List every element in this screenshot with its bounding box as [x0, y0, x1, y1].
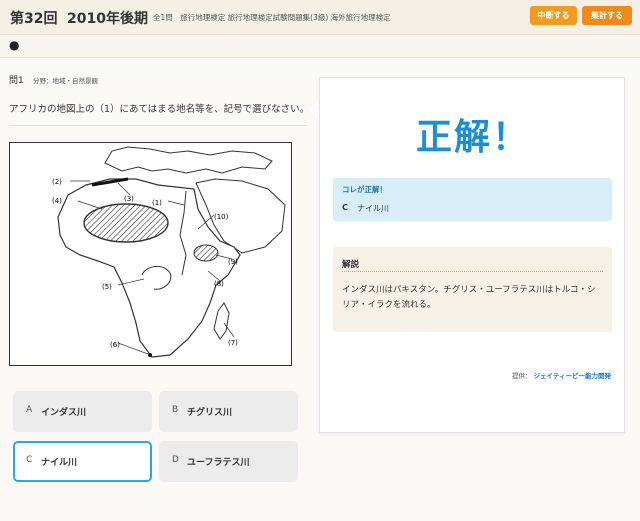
suspend-button[interactable]: 中断する	[530, 6, 577, 25]
explanation-box: 解説 インダス川はパキスタン。チグリス・ユーフラテス川はトルコ・シリア・イラクを…	[333, 247, 612, 332]
question-nav-bar: ●	[0, 35, 640, 58]
choice-label: チグリス川	[187, 408, 233, 418]
choice-a[interactable]: A インダス川	[13, 391, 152, 432]
question-indicator[interactable]: ●	[9, 38, 19, 52]
result-panel: 正解！ コレが正解！ C ナイル川 解説 インダス川はパキスタン。チグリス・ユー…	[319, 77, 625, 433]
provider-label: 提供：	[511, 372, 532, 380]
map-label-7: (7)	[228, 339, 238, 347]
question-text: アフリカの地図上の（1）にあてはまる地名等を、記号で選びなさい。	[9, 104, 310, 115]
explanation-title: 解説	[342, 260, 360, 270]
map-label-3: (3)	[124, 195, 134, 203]
map-label-4: (4)	[52, 197, 62, 205]
question-field: 分野：地域・自然景観	[33, 77, 98, 85]
map-label-6: (6)	[110, 341, 120, 349]
exam-meta: 全1問 旅行地理検定 旅行地理検定試験問題集(3級) 海外旅行地理検定	[153, 13, 391, 22]
map-label-1: (1)	[152, 199, 162, 207]
score-button[interactable]: 集計する	[582, 6, 632, 25]
map-label-9: (9)	[228, 258, 238, 266]
choice-key: A	[26, 405, 33, 415]
ethiopian-highlands-region	[193, 244, 219, 262]
explanation-text: インダス川はパキスタン。チグリス・ユーフラテス川はトルコ・シリア・イラクを流れる…	[342, 285, 596, 310]
choice-label: ナイル川	[41, 458, 78, 468]
choice-label: インダス川	[41, 408, 87, 418]
provider-link[interactable]: ジェイティービー能力開発	[534, 372, 611, 380]
exam-period: 2010年後期	[67, 11, 148, 27]
header: 第32回 2010年後期 全1問 旅行地理検定 旅行地理検定試験問題集(3級) …	[0, 0, 640, 35]
choice-b[interactable]: B チグリス川	[159, 391, 298, 432]
correct-answer-label: ナイル川	[357, 204, 389, 213]
question-number: 問1	[9, 76, 24, 86]
map-label-5: (5)	[102, 283, 112, 291]
sahara-region	[83, 203, 169, 243]
choice-d[interactable]: D ユーフラテス川	[159, 441, 298, 482]
correct-answer-title: コレが正解！	[342, 185, 387, 194]
africa-map: (1) (2) (3) (4) (5) (6) (7) (8) (9) (10)	[9, 142, 292, 366]
provider-credit: 提供： ジェイティービー能力開発	[512, 370, 611, 380]
correct-answer-box: コレが正解！ C ナイル川	[333, 178, 612, 221]
map-label-8: (8)	[214, 280, 224, 288]
map-label-2: (2)	[52, 178, 62, 186]
result-verdict: 正解！	[415, 117, 530, 158]
choice-c[interactable]: C ナイル川	[13, 441, 152, 482]
map-label-10: (10)	[214, 213, 229, 221]
choice-key: B	[172, 405, 179, 415]
exam-round: 第32回	[10, 11, 58, 27]
choice-key: D	[172, 455, 179, 465]
europe-landmass	[104, 146, 273, 174]
choice-label: ユーフラテス川	[187, 458, 250, 468]
correct-answer-key: C	[342, 203, 348, 212]
explanation-divider	[342, 271, 603, 272]
madagascar-landmass	[213, 302, 230, 340]
divider	[9, 125, 307, 126]
choice-key: C	[26, 455, 33, 465]
